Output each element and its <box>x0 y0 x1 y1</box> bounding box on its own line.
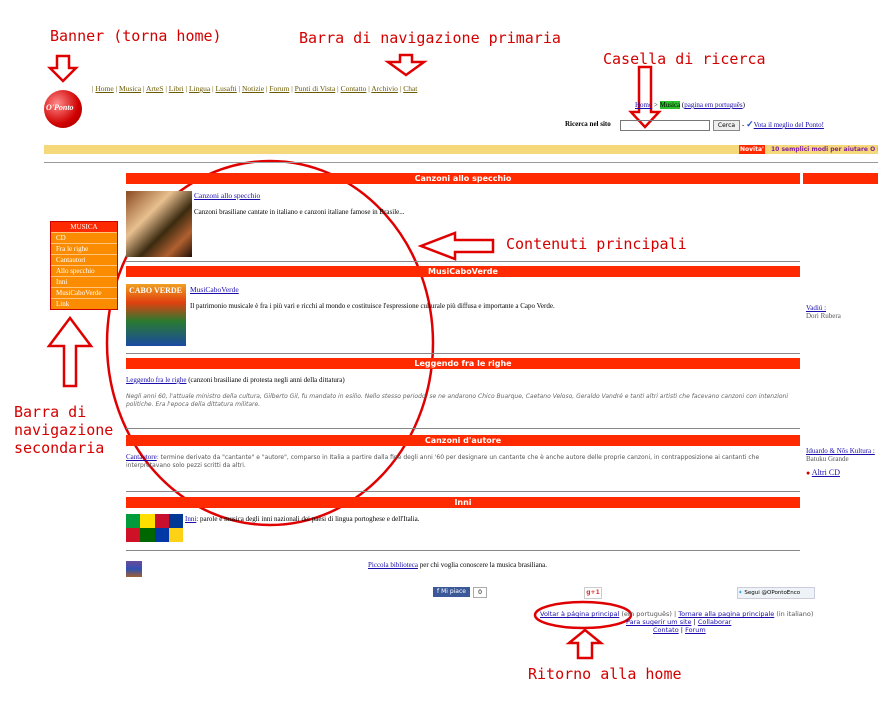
righe-line: Leggendo fra le righe (canzoni brasilian… <box>126 376 345 384</box>
nav-libri[interactable]: Libri <box>169 84 184 93</box>
secondary-nav-cd[interactable]: CD <box>51 232 117 243</box>
nav-home[interactable]: Home <box>95 84 113 93</box>
search-label: Ricerca nel sito <box>565 120 611 128</box>
search-button[interactable]: Cerca <box>713 120 740 131</box>
library-line: Piccola biblioteca per chi voglia conosc… <box>368 561 548 569</box>
breadcrumb-current: Musica <box>659 101 681 109</box>
twitter-icon: ✦ <box>738 590 743 596</box>
checkmark-icon: ✓ <box>746 119 754 129</box>
right-item-iduardo: Iduardo & Nôs Kultura : Batuku Grande <box>806 447 875 463</box>
footer-home-portuguese[interactable]: Voltar à página principal <box>540 610 619 618</box>
section-divider <box>126 353 800 354</box>
right-item-vadiu: Vadiú : Dori Rubera <box>806 304 841 320</box>
caboverde-link[interactable]: MusiCaboVerde <box>190 285 239 294</box>
header-divider <box>44 162 878 163</box>
section-divider <box>126 491 800 492</box>
right-column-header <box>803 173 878 184</box>
caboverde-text: Il patrimonio musicale è fra i più vari … <box>190 302 555 310</box>
specchio-link[interactable]: Canzoni allo specchio <box>194 191 260 200</box>
google-plus-button[interactable]: g+1 <box>584 587 602 599</box>
library-icon <box>126 561 142 577</box>
library-link[interactable]: Piccola biblioteca <box>368 561 418 569</box>
nav-lusafti[interactable]: Lusafti <box>215 84 236 93</box>
section-header-autore: Canzoni d'autore <box>126 435 800 446</box>
ticker-link[interactable]: 10 semplici modi per aiutare O P <box>771 145 878 154</box>
facebook-icon: f <box>437 588 440 595</box>
specchio-image <box>126 191 192 257</box>
arrow-home-icon <box>565 628 605 660</box>
section-header-righe: Leggendo fra le righe <box>126 358 800 369</box>
breadcrumb-home[interactable]: Home <box>635 101 652 109</box>
search-input[interactable] <box>620 120 710 131</box>
cantautore-link[interactable]: Cantautore <box>126 453 157 461</box>
section-header-specchio: Canzoni allo specchio <box>126 173 800 184</box>
footer-line-3: Contato | Forum <box>653 626 706 634</box>
flags-image <box>126 514 183 542</box>
arrow-search-icon <box>628 65 662 129</box>
autore-text: Cantautore: termine derivato da "cantant… <box>126 453 760 469</box>
secondary-nav-link[interactable]: Link <box>51 298 117 309</box>
section-divider <box>126 550 800 551</box>
footer-line-2: Para sugerir um site | Collaborar <box>626 618 732 626</box>
secondary-nav-musicaboverde[interactable]: MusiCaboVerde <box>51 287 117 298</box>
nav-notizie[interactable]: Notizie <box>242 84 264 93</box>
nav-forum[interactable]: Forum <box>269 84 289 93</box>
specchio-text: Canzoni brasiliane cantate in italiano e… <box>194 208 405 216</box>
section-divider <box>126 428 800 429</box>
section-header-inni: Inni <box>126 497 800 508</box>
secondary-nav: MUSICA CD Fra le righe Cantautori Allo s… <box>50 221 118 310</box>
footer-suggest-site[interactable]: Para sugerir um site <box>626 618 691 626</box>
facebook-like-button[interactable]: f Mi piace <box>433 587 470 597</box>
inni-link[interactable]: Inni <box>185 515 196 523</box>
primary-nav: | Home | Musica | ArteS | Libri | Lingua… <box>92 84 418 93</box>
arrow-primary-nav-icon <box>384 53 428 77</box>
more-cd-link[interactable]: Altri CD <box>812 468 840 477</box>
inni-line: Inni: parole e musica degli inni naziona… <box>185 515 420 523</box>
righe-link[interactable]: Leggendo fra le righe <box>126 376 186 384</box>
arrow-secondary-nav-icon <box>46 315 94 388</box>
secondary-nav-inni[interactable]: Inni <box>51 276 117 287</box>
like-count: 0 <box>473 587 487 598</box>
nav-artes[interactable]: ArteS <box>146 84 164 93</box>
secondary-nav-title: MUSICA <box>51 222 117 232</box>
nav-archivio[interactable]: Archivio <box>371 84 398 93</box>
arrow-banner-icon <box>46 54 80 83</box>
twitter-follow-button[interactable]: ✦ Segui @OPontoEnco <box>737 587 815 599</box>
footer-line-1: Voltar à página principal (em português)… <box>540 610 814 618</box>
portuguese-page-link[interactable]: pagina em português <box>684 101 742 109</box>
more-cd: ● Altri CD <box>806 468 840 477</box>
footer-forum[interactable]: Forum <box>685 626 706 634</box>
footer-collaborate[interactable]: Collaborar <box>698 618 732 626</box>
righe-description: Negli anni 60, l'attuale ministro della … <box>126 393 789 408</box>
section-divider <box>126 261 800 262</box>
caboverde-cover: CABO VERDE <box>126 284 186 346</box>
vote-link[interactable]: Vota il meglio del Ponto! <box>754 121 824 129</box>
nav-lingua[interactable]: Lingua <box>189 84 210 93</box>
vote-area: - ✓Vota il meglio del Ponto! <box>742 119 824 129</box>
secondary-nav-allo-specchio[interactable]: Allo specchio <box>51 265 117 276</box>
secondary-nav-cantautori[interactable]: Cantautori <box>51 254 117 265</box>
section-header-caboverde: MusiCaboVerde <box>126 266 800 277</box>
nav-contatto[interactable]: Contatto <box>341 84 367 93</box>
logo[interactable]: O'Ponto <box>44 90 82 128</box>
nav-musica[interactable]: Musica <box>119 84 141 93</box>
arrow-main-content-icon <box>417 231 495 261</box>
nav-punti-di-vista[interactable]: Punti di Vista <box>295 84 336 93</box>
ticker-badge: Novita' <box>739 145 765 154</box>
breadcrumb: Home > Musica (pagina em português) <box>635 101 745 109</box>
ticker-bar: Novita' 10 semplici modi per aiutare O P <box>44 145 878 154</box>
secondary-nav-fra-le-righe[interactable]: Fra le righe <box>51 243 117 254</box>
footer-home-italian[interactable]: Tornare alla pagina principale <box>678 610 774 618</box>
nav-chat[interactable]: Chat <box>403 84 417 93</box>
bullet-icon: ● <box>806 469 811 477</box>
footer-contact[interactable]: Contato <box>653 626 679 634</box>
